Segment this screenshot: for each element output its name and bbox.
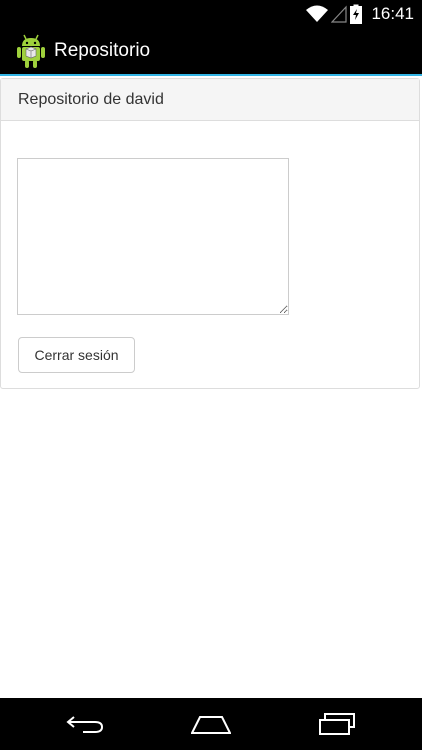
home-button[interactable] <box>191 712 231 736</box>
status-icons: 16:41 <box>306 3 414 25</box>
logout-button[interactable]: Cerrar sesión <box>18 337 135 373</box>
signal-icon <box>331 5 348 23</box>
app-title: Repositorio <box>54 40 151 61</box>
back-button[interactable] <box>65 712 105 736</box>
action-bar: Repositorio <box>0 28 422 76</box>
status-time: 16:41 <box>371 4 414 23</box>
navigation-bar <box>0 698 422 750</box>
repository-textarea[interactable] <box>17 158 289 315</box>
recent-apps-icon <box>319 713 355 735</box>
recent-apps-button[interactable] <box>317 712 357 736</box>
back-icon <box>66 716 104 733</box>
battery-icon <box>350 4 363 24</box>
android-app-icon[interactable] <box>14 33 48 69</box>
wifi-icon <box>306 5 329 22</box>
home-icon <box>191 716 231 734</box>
repository-panel: Repositorio de david Cerrar sesión <box>0 78 420 389</box>
panel-heading: Repositorio de david <box>1 79 419 121</box>
status-bar: 16:41 <box>0 0 422 28</box>
screen: 16:41 Repositorio Repositorio de david C… <box>0 0 422 750</box>
